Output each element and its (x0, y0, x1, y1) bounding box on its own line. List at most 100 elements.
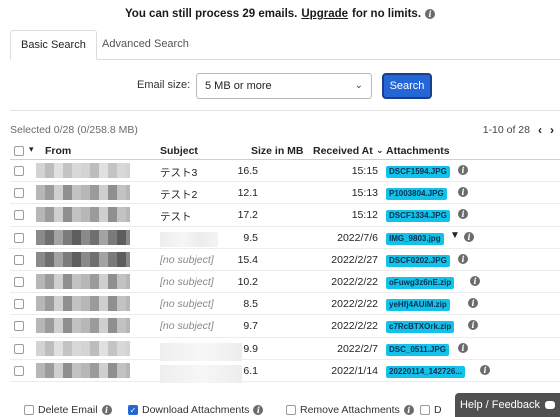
delete-email-option[interactable]: Delete Email i (24, 404, 112, 416)
column-size[interactable]: Size in MB (251, 145, 304, 157)
select-all-checkbox[interactable] (14, 146, 24, 156)
sender-redacted (36, 185, 130, 201)
row-received: 2022/2/22 (331, 320, 378, 333)
info-icon[interactable]: i (458, 187, 468, 198)
help-feedback-button[interactable]: Help / Feedback (455, 393, 560, 417)
row-checkbox[interactable] (14, 365, 24, 376)
table-row[interactable]: [no subject] 10.2 2022/2/22 oFuwg3z6nE.z… (10, 271, 560, 294)
expand-caret-icon[interactable]: ▼ (450, 230, 460, 241)
remove-attachments-checkbox[interactable] (286, 405, 296, 415)
sort-desc-icon[interactable]: ⌄ (376, 145, 384, 156)
chevron-down-icon: ⌄ (354, 80, 363, 91)
row-size: 9.5 (243, 231, 258, 244)
email-size-select[interactable]: 5 MB or more ⌄ (196, 73, 372, 99)
table-row[interactable]: テスト3 16.5 15:15 DSCF1594.JPG i (10, 160, 560, 183)
banner-text-after: for no limits. (352, 8, 422, 20)
info-icon[interactable]: i (101, 405, 112, 415)
row-received: 2022/1/14 (331, 364, 378, 377)
pagination-range: 1-10 of 28 (482, 124, 530, 136)
table-row[interactable]: 9.5 2022/7/6 IMG_9803.jpg ▼ i (10, 227, 560, 249)
prev-page-button[interactable]: ‹ (538, 123, 542, 137)
info-icon[interactable]: i (468, 320, 478, 331)
attachment-badge[interactable]: DSCF0202.JPG (386, 254, 450, 267)
attachment-badge[interactable]: IMG_9803.jpg (386, 232, 444, 245)
download-attachments-option[interactable]: ✓ Download Attachments i (128, 404, 264, 416)
download-attachments-checkbox[interactable]: ✓ (128, 405, 138, 415)
row-subject: テスト (160, 211, 192, 224)
attachment-badge[interactable]: DSC_0511.JPG (386, 343, 449, 356)
divider (10, 110, 560, 111)
upgrade-link[interactable]: Upgrade (301, 8, 348, 20)
row-checkbox[interactable] (14, 321, 24, 332)
row-checkbox[interactable] (14, 276, 24, 287)
sender-redacted (36, 362, 130, 378)
table-row[interactable]: [no subject] 15.4 2022/2/27 DSCF0202.JPG… (10, 249, 560, 271)
row-received: 2022/7/6 (337, 231, 378, 244)
row-size: 15.4 (237, 253, 258, 266)
download-attachments-label: Download Attachments (142, 404, 250, 416)
subject-redacted (160, 342, 242, 361)
info-icon[interactable]: i (403, 405, 414, 415)
row-size: 12.1 (237, 187, 258, 200)
row-checkbox[interactable] (14, 254, 24, 265)
info-icon[interactable]: i (470, 275, 480, 286)
row-size: 9.9 (243, 342, 258, 355)
select-menu-caret-icon[interactable]: ▾ (29, 144, 34, 155)
extra-option-label: D (434, 404, 442, 416)
row-size: 6.1 (243, 364, 258, 377)
row-subject: [no subject] (160, 298, 214, 311)
sender-redacted (36, 163, 130, 178)
extra-option[interactable]: D (420, 404, 442, 416)
delete-email-checkbox[interactable] (24, 405, 34, 415)
row-received: 2022/2/22 (331, 275, 378, 288)
row-checkbox[interactable] (14, 343, 24, 354)
info-icon[interactable]: i (458, 342, 468, 353)
row-size: 8.5 (243, 298, 258, 311)
info-icon[interactable]: i (253, 405, 264, 415)
row-size: 16.5 (237, 165, 258, 177)
row-checkbox[interactable] (14, 210, 24, 221)
row-received: 15:13 (351, 187, 378, 200)
attachment-badge[interactable]: DSCF1594.JPG (386, 166, 450, 178)
table-row[interactable]: テスト2 12.1 15:13 P1003804.JPG i (10, 182, 560, 205)
attachment-badge[interactable]: P1003804.JPG (386, 188, 447, 201)
tab-advanced-search[interactable]: Advanced Search (92, 30, 199, 60)
attachment-badge[interactable]: yeHfj4AUiM.zip (386, 299, 450, 312)
extra-option-checkbox[interactable] (420, 405, 430, 415)
info-icon[interactable]: i (468, 298, 478, 309)
column-subject[interactable]: Subject (160, 145, 198, 157)
attachment-badge[interactable]: c7RcBTXOrk.zip (386, 321, 455, 334)
search-tabs: Basic Search Advanced Search (10, 30, 560, 60)
row-checkbox[interactable] (14, 232, 24, 243)
remove-attachments-label: Remove Attachments (300, 404, 400, 416)
attachment-badge[interactable]: oFuwg3z6nE.zip (386, 276, 455, 289)
info-icon[interactable]: i (480, 364, 490, 375)
info-icon[interactable]: i (425, 9, 436, 19)
search-button[interactable]: Search (382, 73, 432, 99)
remove-attachments-option[interactable]: Remove Attachments i (286, 404, 414, 416)
sender-redacted (36, 229, 130, 245)
info-icon[interactable]: i (458, 209, 468, 220)
table-row[interactable]: [no subject] 8.5 2022/2/22 yeHfj4AUiM.zi… (10, 293, 560, 316)
next-page-button[interactable]: › (550, 123, 554, 137)
table-row[interactable]: 9.9 2022/2/7 DSC_0511.JPG i (10, 338, 560, 361)
column-received[interactable]: Received At (313, 145, 373, 157)
row-checkbox[interactable] (14, 166, 24, 176)
attachment-badge[interactable]: DSCF1334.JPG (386, 210, 450, 223)
info-icon[interactable]: i (458, 253, 468, 264)
column-attachments[interactable]: Attachments (386, 145, 450, 157)
table-row[interactable]: [no subject] 9.7 2022/2/22 c7RcBTXOrk.zi… (10, 315, 560, 338)
table-row[interactable]: 6.1 2022/1/14 20220114_142726... i (10, 360, 560, 383)
usage-banner: You can still process 29 emails. Upgrade… (0, 0, 560, 28)
column-from[interactable]: From (45, 145, 71, 157)
sender-redacted (36, 251, 130, 267)
table-row[interactable]: テスト 17.2 15:12 DSCF1334.JPG i (10, 204, 560, 227)
info-icon[interactable]: i (458, 165, 468, 175)
tab-basic-search[interactable]: Basic Search (10, 30, 97, 60)
attachment-badge[interactable]: 20220114_142726... (386, 365, 465, 378)
row-checkbox[interactable] (14, 299, 24, 310)
row-received: 2022/2/22 (331, 298, 378, 311)
info-icon[interactable]: i (464, 231, 474, 242)
row-checkbox[interactable] (14, 188, 24, 199)
sender-redacted (36, 340, 130, 356)
